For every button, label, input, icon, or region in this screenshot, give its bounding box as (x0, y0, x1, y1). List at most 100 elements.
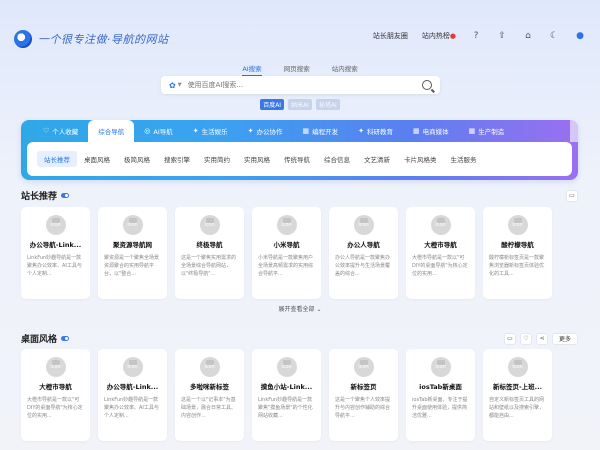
collapse-icon[interactable]: ▭ (566, 189, 578, 202)
site-icon: icon (45, 215, 66, 235)
search-tabs: AI搜索 网页搜索 站内搜索 (0, 63, 600, 76)
site-icon: icon (276, 357, 297, 377)
heart-icon[interactable]: ♡ (519, 332, 532, 345)
tab-ai-search[interactable]: AI搜索 (242, 63, 262, 76)
tab-office[interactable]: ✦ 办公协作 (238, 120, 293, 142)
site-logo[interactable]: 一个很专注做·导航的网站 (14, 30, 169, 48)
subtab-desktop[interactable]: 桌面风格 (77, 151, 117, 167)
webmaster-circle-link[interactable]: 站长朋友圈 (373, 31, 408, 41)
card-desc: 这是一个聚焦个人效率提升与内容创作辅助的综合导航平... (335, 397, 391, 419)
card-title: 新标签页-上班... (492, 383, 543, 391)
help-icon[interactable]: ? (470, 30, 482, 42)
expand-all-link[interactable]: 展开查看全部 ⌄ (0, 304, 600, 313)
toggle-icon[interactable] (61, 193, 70, 198)
tab-site-search[interactable]: 站内搜索 (332, 63, 358, 76)
site-card[interactable]: icon 聚资源导航网 聚资源是一个聚焦全场景资源聚合的实用导航平台，以"整合... (98, 207, 167, 299)
category-scroll-handle[interactable] (570, 120, 578, 142)
site-card[interactable]: icon iosTab新桌面 iosTab新桌面，专注于提升桌面使用体验，提供简洁优… (406, 349, 475, 441)
chevron-down-icon: ▼ (177, 82, 182, 88)
ai-engine-nami[interactable]: 纳米AI (288, 99, 312, 110)
site-card[interactable]: icon 大橙市导航 大橙市导航是一款以"可DIY的桌面导航"为核心定位的实用... (21, 349, 90, 441)
site-icon: icon (122, 357, 143, 377)
ai-engine-mita[interactable]: 秘塔AI (315, 99, 340, 110)
site-card[interactable]: icon 大橙市导航 大橙市导航是一款以"可DIY的桌面导航"为核心定位的实用... (406, 207, 475, 299)
toggle-icon[interactable] (61, 336, 70, 341)
subtab-practical[interactable]: 实用风格 (237, 151, 277, 167)
hot-list-link[interactable]: 站内热榜● (422, 31, 456, 41)
logo-text: 一个很专注做·导航的网站 (38, 33, 169, 46)
card-desc: 小米导航是一款聚焦用户全场景高频需求的实用综合导航平... (258, 255, 314, 277)
card-desc: LinkFun妙趣导航是一款聚焦办公效率、AI工具与个人定制... (27, 255, 82, 277)
site-icon: icon (199, 357, 220, 377)
search-icon[interactable] (422, 80, 432, 90)
site-icon: icon (199, 215, 220, 235)
tab-general-nav[interactable]: 综合导航 (88, 120, 135, 142)
site-card[interactable]: icon 终极导航 这是一个聚焦实用需求的全场景综合导航网站，以"终极导航"... (175, 207, 244, 299)
tab-manufacturing[interactable]: ▦ 生产制造 (459, 120, 515, 142)
recommended-cards: icon 办公导航-Link... LinkFun妙趣导航是一款聚焦办公效率、AI工… (21, 207, 552, 299)
site-icon: icon (430, 215, 451, 235)
site-card[interactable]: icon 办公导航-Link... LinkFun妙趣导航是一款聚焦办公效率、AI工… (98, 349, 167, 441)
card-desc: LinkFun妙趣导航是一款聚焦"摸鱼场景"的个性化网站收藏... (258, 397, 313, 419)
tab-ai-nav[interactable]: ◎ AI导航 (134, 120, 182, 142)
hot-list-label: 站内热榜 (421, 32, 450, 40)
card-desc: 这是一个以"记事本"为基础场景，融合日常工具、内容创作... (181, 397, 237, 419)
category-panel: ♡ 个人收藏 综合导航 ◎ AI导航 ✦ 生活娱乐 ✦ 办公协作 ▦ 编程开发 ✦ 科研教育… (21, 120, 578, 180)
search-input[interactable] (187, 81, 416, 89)
share-icon[interactable]: ⋖ (535, 332, 548, 345)
card-title: 新标签页 (350, 383, 377, 391)
expand-label: 展开查看全部 (278, 306, 315, 313)
section-title: 站长推荐 (21, 189, 70, 202)
ai-engine-baidu[interactable]: 百度AI (260, 99, 285, 110)
tab-life-entertainment[interactable]: ✦ 生活娱乐 (183, 120, 238, 142)
site-card[interactable]: icon 酸柠檬导航 酸柠檬新标签页是一款聚焦浏览器新标签页体验优化的工具... (483, 207, 552, 299)
life-icon: ✦ (192, 127, 199, 135)
site-card[interactable]: icon 办公导航-Link... LinkFun妙趣导航是一款聚焦办公效率、AI工… (21, 207, 90, 299)
subtab-literary[interactable]: 文艺清新 (357, 151, 397, 167)
subtab-recommended[interactable]: 站长推荐 (37, 151, 77, 167)
more-button[interactable]: 更多 (551, 332, 578, 345)
site-card[interactable]: icon 摸鱼小站-Link... LinkFun妙趣导航是一款聚焦"摸鱼场景"的个… (252, 349, 321, 441)
ai-engine-pills: 百度AI 纳米AI 秘塔AI (0, 99, 600, 110)
subtab-info[interactable]: 综合信息 (317, 151, 357, 167)
tab-label: 编程开发 (312, 128, 339, 136)
logo-mark-icon (14, 30, 32, 48)
collapse-icon[interactable]: ▭ (503, 332, 516, 345)
tab-research[interactable]: ✦ 科研教育 (348, 120, 403, 142)
card-desc: LinkFun妙趣导航是一款聚焦办公效率、AI工具与个人定制... (104, 397, 159, 419)
category-tabs: ♡ 个人收藏 综合导航 ◎ AI导航 ✦ 生活娱乐 ✦ 办公协作 ▦ 编程开发 ✦ 科研教育… (21, 120, 578, 142)
subtab-card-style[interactable]: 卡片风格类 (397, 151, 444, 167)
tab-dev[interactable]: ▦ 编程开发 (293, 120, 349, 142)
heart-icon: ♡ (43, 127, 50, 135)
share-icon[interactable]: ⇪ (496, 30, 508, 42)
site-card[interactable]: icon 新标签页-上班... 自定义新标签页工具的网站和壁纸以及搜索引擎，都能自由… (483, 349, 552, 441)
subtab-practical-simple[interactable]: 实用简约 (197, 151, 237, 167)
code-icon: ▦ (302, 127, 310, 135)
site-card[interactable]: icon 新标签页这是一个聚焦个人效率提升与内容创作辅助的综合导航平... (329, 349, 398, 441)
tab-web-search[interactable]: 网页搜索 (284, 63, 310, 76)
site-icon: icon (353, 357, 374, 377)
site-card[interactable]: icon 小米导航 小米导航是一款聚焦用户全场景高频需求的实用综合导航平... (252, 207, 321, 299)
card-desc: 酸柠檬新标签页是一款聚焦浏览器新标签页体验优化的工具... (489, 255, 545, 277)
site-card[interactable]: icon 办公人导航 办公人导航是一款聚焦办公效率提升与生活场景覆盖的综合... (329, 207, 398, 299)
tab-personal-favorites[interactable]: ♡ 个人收藏 (33, 120, 88, 142)
home-icon[interactable]: ⌂ (522, 30, 534, 42)
site-card[interactable]: icon 多啦咪新标签 这是一个以"记事本"为基础场景，融合日常工具、内容创作... (175, 349, 244, 441)
tab-label: 科研教育 (367, 128, 394, 136)
theme-icon[interactable]: ☾ (548, 30, 560, 42)
site-icon: icon (507, 357, 528, 377)
section-desktop-header: 桌面风格 ▭ ♡ ⋖ 更多 (21, 332, 578, 345)
search-box: ✿ ▼ (161, 76, 440, 94)
factory-icon: ▦ (468, 127, 476, 135)
user-icon[interactable]: ● (574, 30, 586, 42)
subtab-minimal[interactable]: 极简风格 (117, 151, 157, 167)
section-recommended-header: 站长推荐 ▭ (21, 189, 578, 202)
tab-label: 生产制造 (478, 128, 505, 136)
subtab-traditional[interactable]: 传统导航 (277, 151, 317, 167)
subtab-life-service[interactable]: 生活服务 (444, 151, 484, 167)
engine-selector[interactable]: ✿ ▼ (169, 81, 182, 90)
subtab-search-engine[interactable]: 搜索引擎 (157, 151, 197, 167)
card-desc: 自定义新标签页工具的网站和壁纸以及搜索引擎，都能自由... (489, 397, 545, 419)
tab-ecommerce[interactable]: ▦ 电商媒体 (403, 120, 459, 142)
card-title: 大橙市导航 (39, 383, 72, 391)
